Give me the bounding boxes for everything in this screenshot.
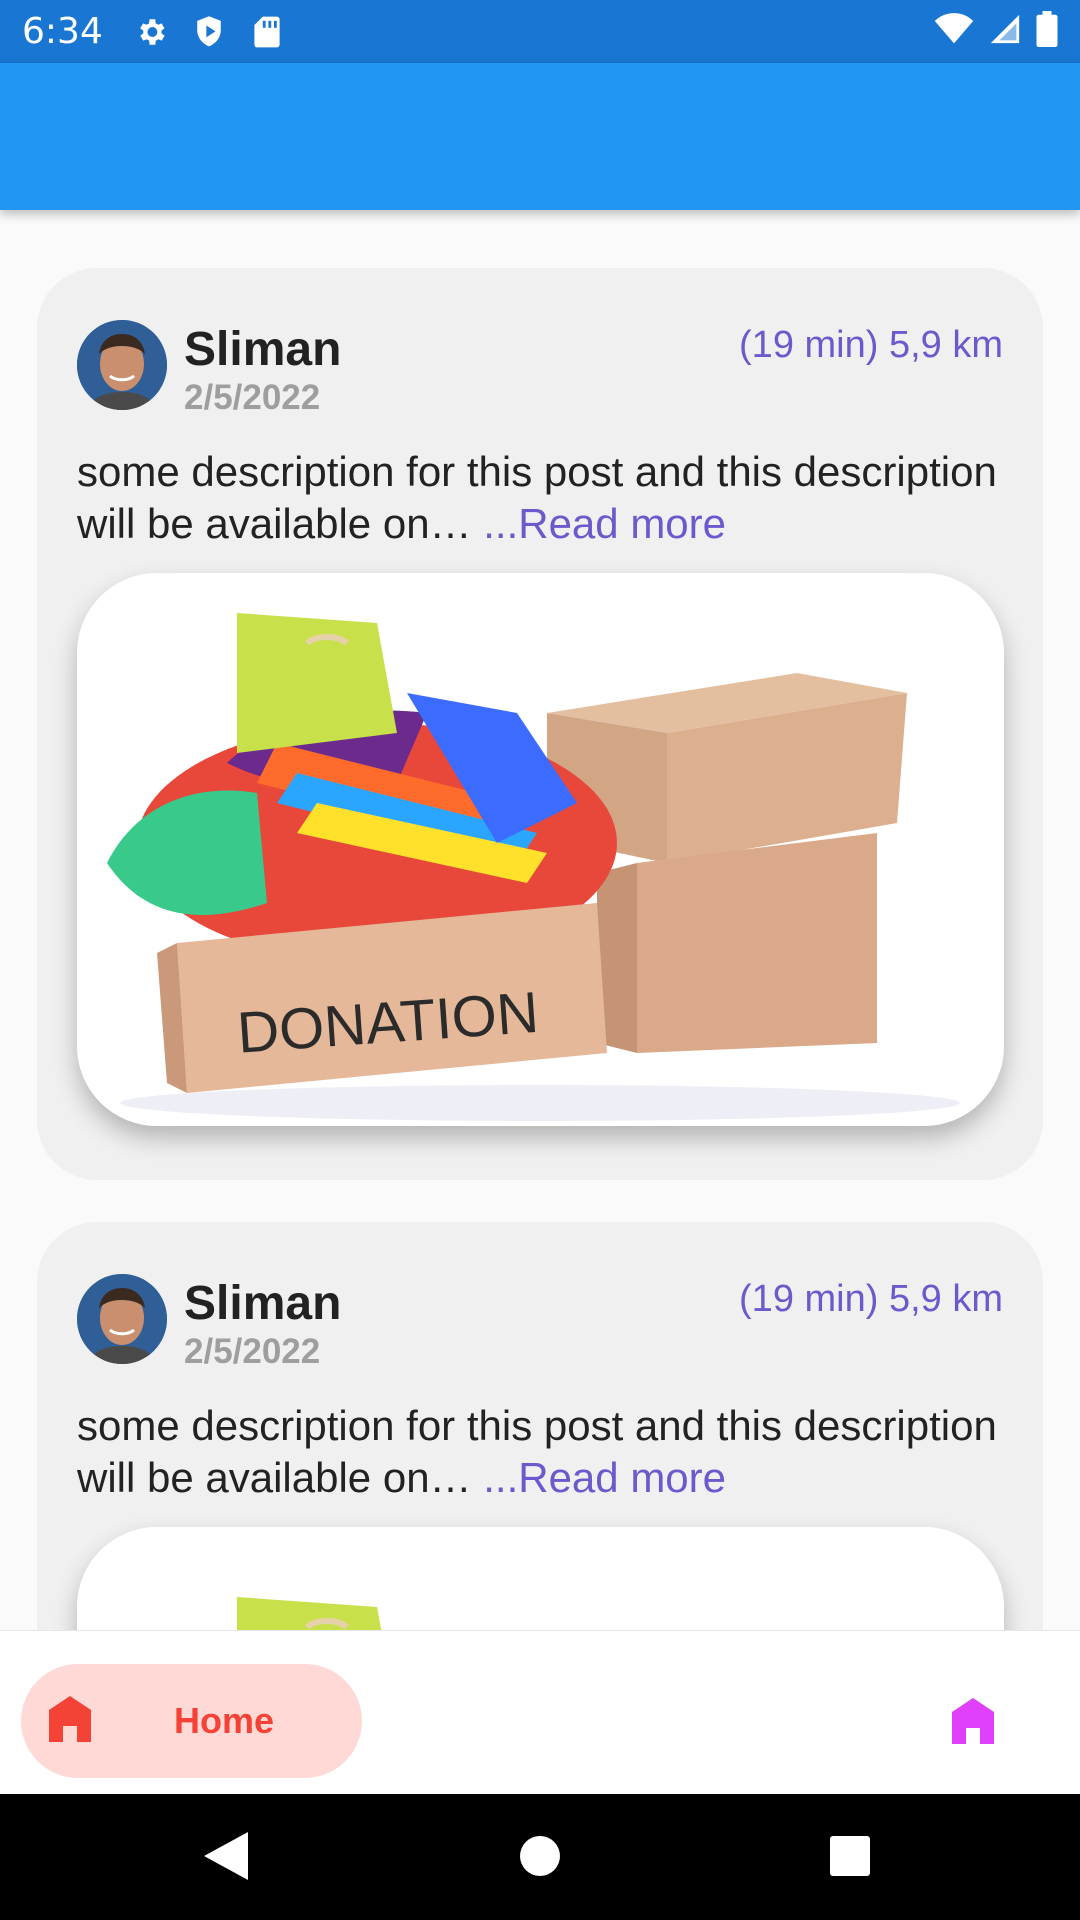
distance-label: (19 min) 5,9 km [739,1278,1003,1320]
battery-icon [1036,11,1058,52]
avatar[interactable] [77,1274,167,1364]
post-card[interactable]: Sliman 2/5/2022 (19 min) 5,9 km some des… [37,268,1043,1180]
home-circle-icon[interactable] [508,1824,572,1888]
sd-card-icon [249,14,285,50]
system-navigation-bar [0,1794,1080,1920]
user-name[interactable]: Sliman [184,322,341,377]
post-date: 2/5/2022 [184,378,321,417]
home-icon-button[interactable] [950,1696,996,1751]
post-feed[interactable]: Sliman 2/5/2022 (19 min) 5,9 km some des… [0,210,1080,1630]
signal-icon [988,12,1022,51]
gear-icon [133,14,169,50]
bottom-navigation: Home [0,1630,1080,1794]
recents-square-icon[interactable] [818,1824,882,1888]
read-more-link[interactable]: ...Read more [472,500,726,547]
app-bar [0,63,1080,210]
post-card[interactable]: Sliman 2/5/2022 (19 min) 5,9 km some des… [37,1222,1043,1630]
post-description: some description for this post and this … [77,446,1007,550]
nav-home-button[interactable]: Home [21,1664,362,1778]
post-image[interactable] [77,1527,1004,1630]
nav-home-label: Home [174,1700,275,1741]
distance-label: (19 min) 5,9 km [739,324,1003,366]
read-more-link[interactable]: ...Read more [472,1454,726,1501]
user-name[interactable]: Sliman [184,1276,341,1331]
post-description: some description for this post and this … [77,1400,1007,1504]
wifi-icon [934,13,974,50]
home-icon [47,1694,93,1749]
status-bar: 6:34 [0,0,1080,63]
status-time: 6:34 [22,11,103,52]
avatar[interactable] [77,320,167,410]
post-image[interactable]: DONATION [77,573,1004,1126]
shield-play-icon [191,14,227,50]
back-icon[interactable] [194,1824,258,1888]
post-date: 2/5/2022 [184,1332,321,1371]
